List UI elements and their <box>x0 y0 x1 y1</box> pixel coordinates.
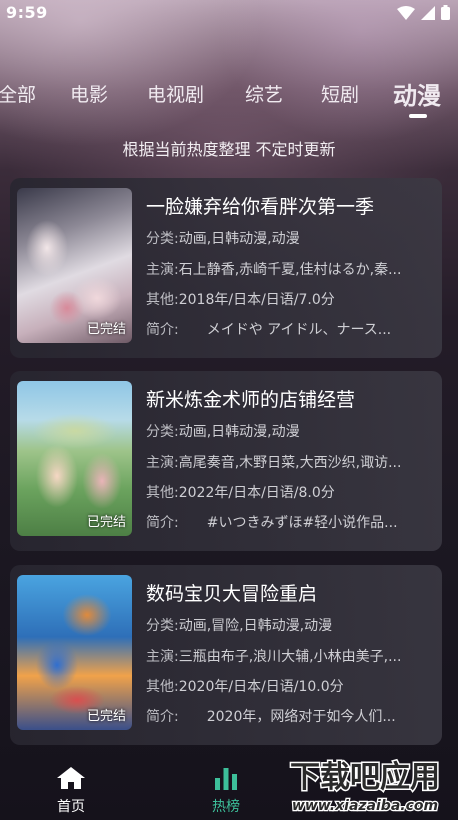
cast-label: 主演: <box>146 455 179 471</box>
cover-image: 已完结 <box>17 188 132 343</box>
other-value: 2018年/日本/日语/7.0分 <box>178 292 335 308</box>
card-intro: 简介: メイドや アイドル、ナース... <box>146 319 432 339</box>
card-other: 其他:2022年/日本/日语/8.0分 <box>146 482 432 502</box>
status-icons <box>397 5 450 24</box>
card-title: 新米炼金术师的店铺经营 <box>146 389 356 411</box>
watermark: 下载吧应用 www.xiazaiba.com <box>272 754 458 820</box>
intro-value: #いつきみずほ#轻小说作品... <box>178 515 398 531</box>
tab-tv-series[interactable]: 电视剧 <box>147 80 204 107</box>
category-tabs: 全部 电影 电视剧 综艺 短剧 动漫 <box>0 76 458 120</box>
card-category: 分类:动画,日韩动漫,动漫 <box>146 228 432 248</box>
status-time: 9:59 <box>6 3 48 22</box>
category-value: 动画,日韩动漫,动漫 <box>178 424 300 440</box>
nav-hot-list[interactable]: 热榜 <box>196 766 256 816</box>
tab-all[interactable]: 全部 <box>0 80 36 107</box>
card-category: 分类:动画,日韩动漫,动漫 <box>146 421 432 441</box>
watermark-title: 下载吧应用 <box>290 760 440 795</box>
category-label: 分类: <box>146 618 179 634</box>
page-subtitle: 根据当前热度整理 不定时更新 <box>122 140 336 159</box>
tab-movie[interactable]: 电影 <box>70 80 108 107</box>
cast-value: 石上静香,赤崎千夏,佳村はるか,秦... <box>178 262 402 278</box>
status-badge: 已完结 <box>86 322 126 337</box>
cast-label: 主演: <box>146 262 179 278</box>
intro-value: 2020年，网络对于如今人们... <box>178 709 396 725</box>
category-value: 动画,冒险,日韩动漫,动漫 <box>178 618 333 634</box>
intro-value: メイドや アイドル、ナース... <box>178 322 392 338</box>
intro-label: 简介: <box>146 322 179 338</box>
category-label: 分类: <box>146 231 179 247</box>
card-cast: 主演:石上静香,赤崎千夏,佳村はるか,秦... <box>146 259 432 279</box>
card-cast: 主演:高尾奏音,木野日菜,大西沙织,诹访... <box>146 452 432 472</box>
status-badge: 已完结 <box>86 709 126 724</box>
card-title: 数码宝贝大冒险重启 <box>146 583 318 605</box>
tab-anime[interactable]: 动漫 <box>393 76 441 111</box>
home-icon <box>56 767 86 794</box>
battery-icon <box>441 5 450 24</box>
card-other: 其他:2020年/日本/日语/10.0分 <box>146 676 432 696</box>
other-label: 其他: <box>146 292 179 308</box>
nav-home[interactable]: 首页 <box>41 766 101 816</box>
card-other: 其他:2018年/日本/日语/7.0分 <box>146 289 432 309</box>
cover-image: 已完结 <box>17 381 132 536</box>
cast-value: 高尾奏音,木野日菜,大西沙织,诹访... <box>178 455 402 471</box>
category-value: 动画,日韩动漫,动漫 <box>178 231 300 247</box>
anime-card[interactable]: 已完结 新米炼金术师的店铺经营 分类:动画,日韩动漫,动漫 主演:高尾奏音,木野… <box>10 371 442 551</box>
signal-icon <box>421 5 435 24</box>
card-category: 分类:动画,冒险,日韩动漫,动漫 <box>146 615 432 635</box>
intro-label: 简介: <box>146 515 179 531</box>
cast-value: 三瓶由布子,浪川大辅,小林由美子,... <box>178 649 402 665</box>
bar-chart-icon <box>213 768 239 794</box>
category-label: 分类: <box>146 424 179 440</box>
cover-image: 已完结 <box>17 575 132 730</box>
tab-short-drama[interactable]: 短剧 <box>321 80 359 107</box>
nav-home-label: 首页 <box>57 799 85 815</box>
active-tab-indicator <box>409 114 427 118</box>
nav-hot-list-label: 热榜 <box>212 799 240 815</box>
other-value: 2020年/日本/日语/10.0分 <box>178 679 344 695</box>
status-badge: 已完结 <box>86 515 126 530</box>
card-cast: 主演:三瓶由布子,浪川大辅,小林由美子,... <box>146 646 432 666</box>
card-title: 一脸嫌弃给你看胖次第一季 <box>146 196 375 218</box>
anime-card[interactable]: 已完结 数码宝贝大冒险重启 分类:动画,冒险,日韩动漫,动漫 主演:三瓶由布子,… <box>10 565 442 745</box>
watermark-url: www.xiazaiba.com <box>292 798 438 814</box>
other-label: 其他: <box>146 679 179 695</box>
intro-label: 简介: <box>146 709 179 725</box>
card-intro: 简介: #いつきみずほ#轻小说作品... <box>146 512 432 532</box>
tab-variety[interactable]: 综艺 <box>245 80 283 107</box>
other-value: 2022年/日本/日语/8.0分 <box>178 485 335 501</box>
card-intro: 简介: 2020年，网络对于如今人们... <box>146 706 432 726</box>
anime-card[interactable]: 已完结 一脸嫌弃给你看胖次第一季 分类:动画,日韩动漫,动漫 主演:石上静香,赤… <box>10 178 442 358</box>
status-bar: 9:59 <box>0 0 458 26</box>
other-label: 其他: <box>146 485 179 501</box>
cast-label: 主演: <box>146 649 179 665</box>
wifi-icon <box>397 5 415 24</box>
